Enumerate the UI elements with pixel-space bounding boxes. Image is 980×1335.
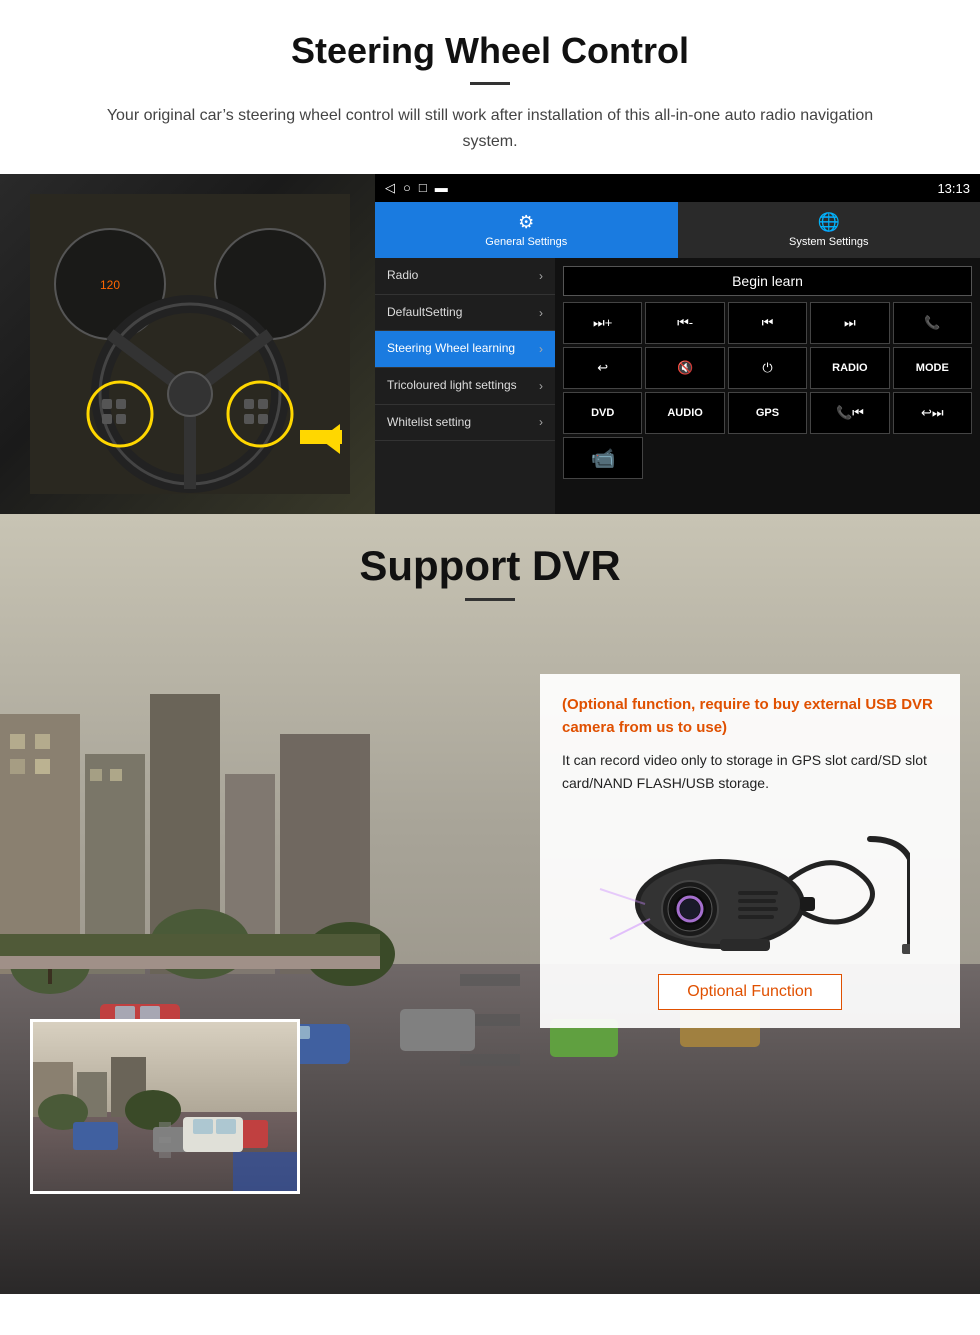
ctrl-row-1: ⏭+ ⏮- ⏮ ⏭ 📞 [563,302,972,344]
dvr-preview-image [30,1019,300,1194]
svg-text:120: 120 [100,278,120,292]
tab-general-settings[interactable]: ⚙ General Settings [375,202,678,258]
mode-button[interactable]: MODE [893,347,972,389]
menu-icon: ▬ [435,180,448,196]
vol-down-button[interactable]: ⏮- [645,302,724,344]
dvr-preview-svg [33,1022,297,1191]
steering-demo-panel: 120 [0,174,980,514]
dvr-title-area: Support DVR [0,514,980,601]
menu-tricoloured-label: Tricoloured light settings [387,378,517,394]
menu-item-tricoloured[interactable]: Tricoloured light settings › [375,368,555,405]
dvr-title: Support DVR [0,542,980,590]
recents-icon: □ [419,180,427,196]
menu-steering-label: Steering Wheel learning [387,341,515,357]
menu-item-whitelist[interactable]: Whitelist setting › [375,405,555,442]
steering-controls: Begin learn ⏭+ ⏮- ⏮ ⏭ 📞 ↩ 🔇 ⏻ RADIO MODE [555,258,980,514]
optional-function-container: Optional Function [562,974,938,1010]
steering-wheel-svg: 120 [30,194,350,494]
arrow-icon: › [539,379,543,393]
globe-icon: 🌐 [818,212,840,233]
arrow-icon: › [539,306,543,320]
menu-item-default-setting[interactable]: DefaultSetting › [375,295,555,332]
steering-wheel-image: 120 [0,174,375,514]
ctrl-row-4: 📹 [563,437,972,479]
phone-next-button[interactable]: ↩⏭ [893,392,972,434]
mute-button[interactable]: 🔇 [645,347,724,389]
steering-subtitle: Your original car’s steering wheel contr… [80,103,900,154]
steering-title: Steering Wheel Control [40,30,940,72]
settings-tabs: ⚙ General Settings 🌐 System Settings [375,202,980,258]
hang-up-button[interactable]: ↩ [563,347,642,389]
dvr-section: Support DVR [0,514,980,1294]
ctrl-row-3: DVD AUDIO GPS 📞⏮ ↩⏭ [563,392,972,434]
tab-system-settings[interactable]: 🌐 System Settings [678,202,980,258]
dvr-title-divider [465,598,515,601]
menu-radio-label: Radio [387,268,418,284]
ctrl-row-2: ↩ 🔇 ⏻ RADIO MODE [563,347,972,389]
dvr-button[interactable]: 📹 [563,437,643,479]
begin-learn-button[interactable]: Begin learn [563,266,972,296]
back-icon: ◁ [385,180,395,196]
arrow-icon: › [539,342,543,356]
steering-ui-panel: ◁ ○ □ ▬ 13:13 ⚙ General Settings 🌐 Syste… [375,174,980,514]
home-icon: ○ [403,180,411,196]
menu-item-radio[interactable]: Radio › [375,258,555,295]
status-bar-nav-icons: ◁ ○ □ ▬ [385,180,448,196]
prev-track-button[interactable]: ⏮ [728,302,807,344]
radio-button[interactable]: RADIO [810,347,889,389]
audio-button[interactable]: AUDIO [645,392,724,434]
power-button[interactable]: ⏻ [728,347,807,389]
dvr-info-card: (Optional function, require to buy exter… [540,674,960,1028]
menu-item-steering-wheel[interactable]: Steering Wheel learning › [375,331,555,368]
phone-button[interactable]: 📞 [893,302,972,344]
status-bar-time: 13:13 [937,181,970,196]
dvr-camera-svg [590,819,910,959]
dvr-description: It can record video only to storage in G… [562,749,938,794]
phone-prev-button[interactable]: 📞⏮ [810,392,889,434]
gear-icon: ⚙ [518,212,534,233]
begin-learn-row: Begin learn [563,266,972,296]
tab-general-label: General Settings [485,236,567,248]
ui-content: Radio › DefaultSetting › Steering Wheel … [375,258,980,514]
dvr-product-image [562,809,938,959]
menu-default-label: DefaultSetting [387,305,462,321]
next-track-button[interactable]: ⏭ [810,302,889,344]
status-bar: ◁ ○ □ ▬ 13:13 [375,174,980,202]
title-divider [470,82,510,85]
menu-whitelist-label: Whitelist setting [387,415,471,431]
gps-button[interactable]: GPS [728,392,807,434]
tab-system-label: System Settings [789,236,868,248]
optional-function-button[interactable]: Optional Function [658,974,841,1010]
dvd-button[interactable]: DVD [563,392,642,434]
dvr-optional-text: (Optional function, require to buy exter… [562,694,938,739]
dvr-preview-inner [33,1022,297,1191]
arrow-icon: › [539,415,543,429]
steering-section: Steering Wheel Control Your original car… [0,0,980,154]
arrow-icon: › [539,269,543,283]
settings-menu: Radio › DefaultSetting › Steering Wheel … [375,258,555,514]
vol-up-button[interactable]: ⏭+ [563,302,642,344]
